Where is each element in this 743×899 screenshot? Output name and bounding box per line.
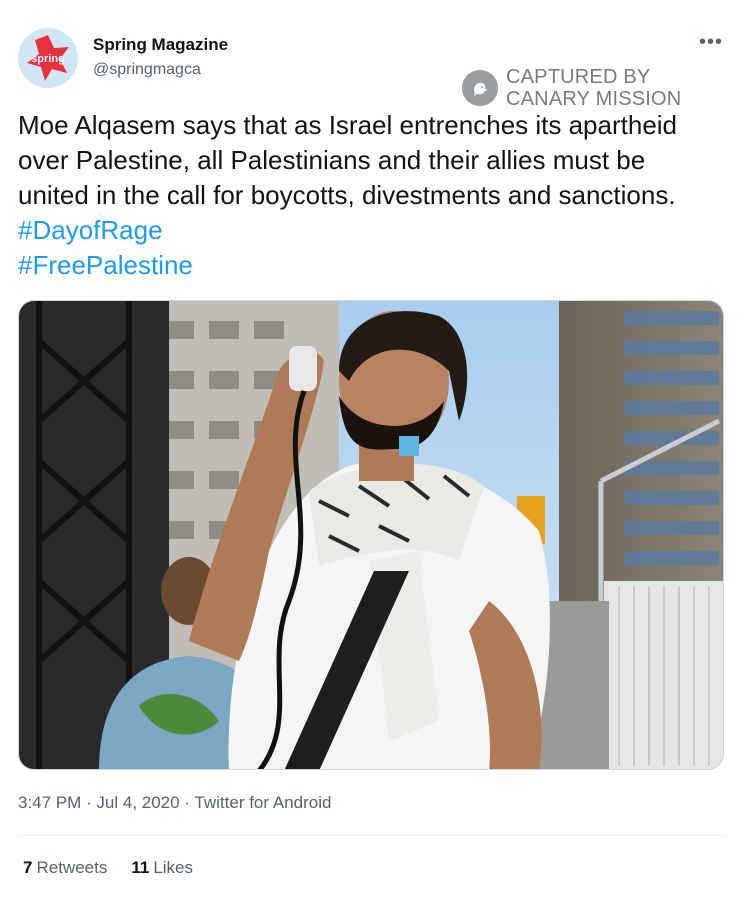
- avatar-logo-text: spring: [31, 53, 65, 65]
- divider: [18, 835, 725, 836]
- canary-bird-icon: [462, 70, 498, 106]
- watermark-text: CAPTURED BY CANARY MISSION: [506, 66, 681, 110]
- tweet-date[interactable]: Jul 4, 2020: [96, 793, 179, 812]
- author-handle[interactable]: @springmagca: [93, 61, 201, 79]
- tweet-photo[interactable]: [18, 300, 724, 770]
- retweets-label: Retweets: [36, 858, 108, 877]
- tweet-meta: 3:47 PM · Jul 4, 2020 · Twitter for Andr…: [18, 793, 331, 813]
- meta-separator: ·: [81, 793, 97, 812]
- watermark: CAPTURED BY CANARY MISSION: [462, 66, 681, 110]
- likes-count: 11: [131, 858, 150, 877]
- tweet-text: Moe Alqasem says that as Israel entrench…: [18, 108, 718, 283]
- retweets-count: 7: [23, 858, 33, 877]
- retweets-link[interactable]: 7 Retweets: [23, 858, 107, 878]
- more-icon[interactable]: •••: [699, 32, 723, 52]
- meta-separator: ·: [179, 793, 195, 812]
- watermark-line1: CAPTURED BY: [506, 66, 651, 88]
- tweet-time[interactable]: 3:47 PM: [18, 793, 81, 812]
- tweet-body: Moe Alqasem says that as Israel entrench…: [18, 110, 678, 210]
- tweet-card: spring Spring Magazine @springmagca ••• …: [0, 0, 743, 899]
- author-display-name[interactable]: Spring Magazine: [93, 35, 228, 55]
- likes-label: Likes: [153, 858, 194, 877]
- spring-logo-icon: spring: [18, 28, 78, 88]
- tweet-stats: 7 Retweets 11 Likes: [23, 858, 193, 878]
- avatar[interactable]: spring: [18, 28, 78, 88]
- hashtag-dayofrage[interactable]: #DayofRage: [18, 215, 163, 245]
- protest-photo: [19, 301, 723, 769]
- hashtag-freepalestine[interactable]: #FreePalestine: [18, 250, 193, 280]
- tweet-source[interactable]: Twitter for Android: [194, 793, 331, 812]
- watermark-line2: CANARY MISSION: [506, 88, 682, 110]
- likes-link[interactable]: 11 Likes: [131, 858, 193, 878]
